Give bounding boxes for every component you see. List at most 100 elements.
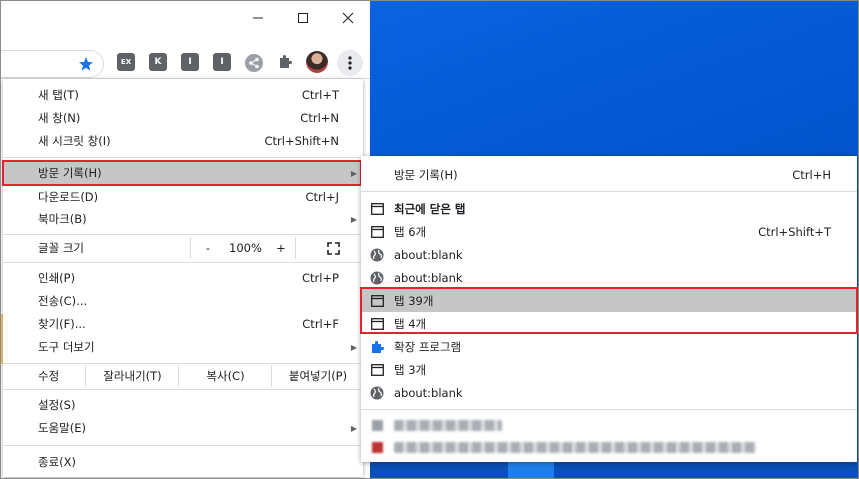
menu-item-shortcut: Ctrl+P bbox=[301, 271, 339, 285]
menu-item-print[interactable]: 인쇄(P) Ctrl+P bbox=[3, 267, 363, 289]
paste-label: 붙여넣기(P) bbox=[288, 369, 348, 383]
fullscreen-icon bbox=[326, 241, 340, 255]
menu-divider bbox=[3, 363, 363, 364]
submenu-item-label: about:blank bbox=[394, 385, 463, 400]
menu-item-label: 인쇄(P) bbox=[38, 271, 76, 285]
menu-item-label: 찾기(F)... bbox=[38, 317, 86, 331]
history-highlight-box bbox=[2, 160, 362, 186]
submenu-divider bbox=[361, 191, 857, 192]
extension-k-icon[interactable]: K bbox=[149, 53, 167, 71]
menu-item-shortcut: Ctrl+Shift+N bbox=[264, 134, 339, 148]
menu-item-exit[interactable]: 종료(X) bbox=[3, 451, 363, 473]
menu-item-label: 종료(X) bbox=[38, 455, 77, 469]
tabs-highlight-box bbox=[360, 287, 858, 334]
cut-button[interactable]: 잘라내기(T) bbox=[85, 365, 179, 387]
maximize-button[interactable] bbox=[288, 6, 318, 30]
share-icon bbox=[249, 57, 259, 69]
menu-item-downloads[interactable]: 다운로드(D) Ctrl+J bbox=[3, 186, 363, 208]
menu-item-new-incognito[interactable]: 새 시크릿 창(I) Ctrl+Shift+N bbox=[3, 130, 363, 152]
submenu-arrow-icon: ▶ bbox=[350, 214, 357, 224]
blurred-text bbox=[394, 420, 502, 431]
submenu-entry-about-blank[interactable]: about:blank bbox=[361, 243, 857, 266]
submenu-divider bbox=[361, 409, 857, 410]
copy-button[interactable]: 복사(C) bbox=[178, 365, 272, 387]
extension-ex-icon[interactable]: EX bbox=[117, 53, 135, 71]
zoom-label: 글꼴 크기 bbox=[38, 241, 84, 255]
submenu-item-label: 탭 3개 bbox=[394, 362, 427, 377]
paste-button[interactable]: 붙여넣기(P) bbox=[271, 365, 364, 387]
zoom-minus-label: - bbox=[205, 241, 211, 255]
zoom-in-button[interactable]: + bbox=[267, 237, 295, 259]
zoom-out-button[interactable]: - bbox=[193, 237, 223, 259]
submenu-entry-tabs-3[interactable]: 탭 3개 bbox=[361, 358, 857, 381]
submenu-item-label: about:blank bbox=[394, 247, 463, 262]
menu-item-new-window[interactable]: 새 창(N) Ctrl+N bbox=[3, 107, 363, 129]
menu-divider bbox=[3, 234, 363, 235]
submenu-entry-extensions[interactable]: 확장 프로그램 bbox=[361, 335, 857, 358]
submenu-item-label: 탭 6개 bbox=[394, 224, 427, 239]
profile-avatar[interactable] bbox=[306, 51, 328, 73]
menu-divider bbox=[3, 157, 363, 158]
tab-icon bbox=[370, 225, 384, 239]
submenu-recently-closed-title: 최근에 닫은 탭 bbox=[361, 197, 857, 220]
menu-item-shortcut: Ctrl+J bbox=[305, 190, 340, 204]
menu-row-edit: 수정 잘라내기(T) 복사(C) 붙여넣기(P) bbox=[3, 365, 363, 387]
submenu-item-label: 확장 프로그램 bbox=[394, 339, 462, 354]
minimize-button[interactable] bbox=[243, 6, 273, 30]
menu-item-find[interactable]: 찾기(F)... Ctrl+F bbox=[3, 313, 363, 335]
close-icon bbox=[342, 12, 354, 24]
globe-icon bbox=[370, 271, 384, 285]
submenu-entry-about-blank[interactable]: about:blank bbox=[361, 266, 857, 289]
menu-item-bookmarks[interactable]: 북마크(B) ▶ bbox=[3, 208, 363, 230]
zoom-divider bbox=[295, 237, 296, 259]
extension-i-icon[interactable]: I bbox=[181, 53, 199, 71]
chrome-menu-button[interactable] bbox=[337, 50, 363, 76]
extension-i2-icon[interactable]: I bbox=[213, 53, 231, 71]
menu-item-label: 새 탭(T) bbox=[38, 88, 79, 102]
globe-icon bbox=[370, 386, 384, 400]
submenu-item-shortcut: Ctrl+Shift+T bbox=[758, 224, 831, 239]
extensions-puzzle-icon[interactable] bbox=[277, 54, 293, 70]
menu-item-label: 전송(C)... bbox=[38, 294, 88, 308]
title-bar bbox=[0, 0, 370, 38]
tab-icon bbox=[370, 202, 384, 216]
submenu-entry-about-blank[interactable]: about:blank bbox=[361, 381, 857, 404]
favicon-icon bbox=[370, 419, 384, 433]
zoom-plus-label: + bbox=[276, 241, 286, 255]
menu-item-label: 도움말(E) bbox=[38, 421, 86, 435]
bookmark-star-icon[interactable] bbox=[78, 56, 94, 72]
menu-item-shortcut: Ctrl+N bbox=[300, 111, 339, 125]
share-extension-icon[interactable] bbox=[245, 54, 263, 72]
cut-label: 잘라내기(T) bbox=[103, 369, 162, 383]
submenu-item-label: 최근에 닫은 탭 bbox=[394, 201, 466, 216]
submenu-recent-blurred[interactable] bbox=[361, 414, 857, 437]
zoom-value-text: 100% bbox=[229, 241, 262, 255]
menu-row-zoom: 글꼴 크기 - 100% + bbox=[3, 237, 363, 259]
menu-item-settings[interactable]: 설정(S) bbox=[3, 394, 363, 416]
menu-item-help[interactable]: 도움말(E) ▶ bbox=[3, 417, 363, 439]
close-button[interactable] bbox=[333, 6, 363, 30]
submenu-arrow-icon: ▶ bbox=[350, 342, 357, 352]
tab-icon bbox=[370, 363, 384, 377]
fullscreen-button[interactable] bbox=[321, 237, 345, 259]
menu-item-shortcut: Ctrl+T bbox=[301, 88, 339, 102]
submenu-recent-blurred[interactable] bbox=[361, 436, 857, 459]
submenu-item-label: about:blank bbox=[394, 270, 463, 285]
menu-divider bbox=[3, 262, 363, 263]
submenu-item-label: 방문 기록(H) bbox=[394, 167, 458, 182]
zoom-value: 100% bbox=[223, 237, 268, 259]
blurred-text bbox=[394, 442, 756, 453]
submenu-history-header[interactable]: 방문 기록(H) Ctrl+H bbox=[361, 163, 857, 186]
menu-item-label: 새 시크릿 창(I) bbox=[38, 134, 111, 148]
menu-item-label: 도구 더보기 bbox=[38, 340, 95, 354]
maximize-icon bbox=[298, 13, 308, 23]
menu-item-more-tools[interactable]: 도구 더보기 ▶ bbox=[3, 336, 363, 358]
address-bar[interactable] bbox=[0, 50, 104, 78]
menu-item-cast[interactable]: 전송(C)... bbox=[3, 290, 363, 312]
menu-divider bbox=[3, 445, 363, 446]
menu-item-new-tab[interactable]: 새 탭(T) Ctrl+T bbox=[3, 84, 363, 106]
menu-item-shortcut: Ctrl+F bbox=[302, 317, 339, 331]
chrome-main-menu: 새 탭(T) Ctrl+T 새 창(N) Ctrl+N 새 시크릿 창(I) C… bbox=[3, 79, 363, 477]
submenu-entry-tabs-6[interactable]: 탭 6개 Ctrl+Shift+T bbox=[361, 220, 857, 243]
favicon-icon bbox=[370, 441, 384, 455]
